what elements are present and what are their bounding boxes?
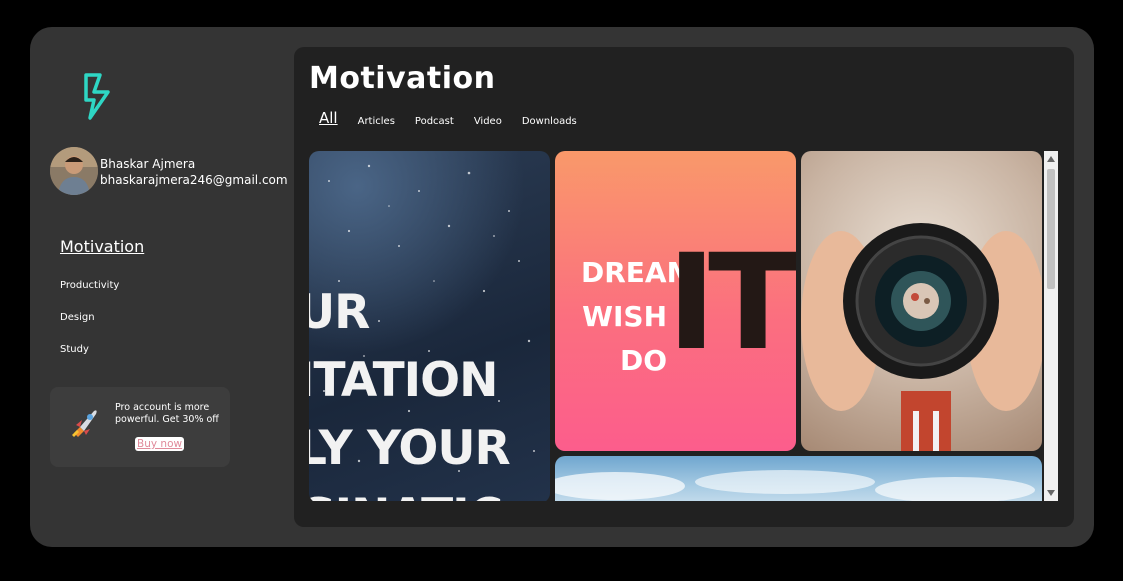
sidebar-item-productivity[interactable]: Productivity [60,280,144,291]
do-word: DO [619,344,667,377]
page-title: Motivation [309,61,496,96]
content-card-camera[interactable] [801,151,1042,451]
sidebar-item-design[interactable]: Design [60,312,144,323]
content-card-quote[interactable]: UR ITATION LY YOUR GINATIC [309,151,550,501]
tab-podcast[interactable]: Podcast [415,116,454,127]
category-tabs: All Articles Podcast Video Downloads [319,109,597,127]
scroll-up-icon[interactable] [1047,156,1055,162]
main-panel: Motivation All Articles Podcast Video Do… [294,47,1074,527]
content-grid: UR ITATION LY YOUR GINATIC DREAM WISH DO… [309,151,1044,501]
buy-now-button[interactable]: Buy now [135,437,185,451]
promo-text: Pro account is more powerful. Get 30% of… [115,402,219,425]
dream-word: DREAM [581,256,695,289]
quote-line: UR [309,285,370,340]
tab-articles[interactable]: Articles [358,116,395,127]
promo-card: Pro account is more powerful. Get 30% of… [50,387,230,467]
quote-text: UR ITATION LY YOUR GINATIC [309,279,511,501]
rocket-icon [72,410,97,437]
avatar[interactable] [50,147,98,195]
tab-all[interactable]: All [319,109,338,127]
sidebar-item-study[interactable]: Study [60,344,144,355]
content-card-dream[interactable]: DREAM WISH DO IT [555,151,796,451]
scroll-down-icon[interactable] [1047,490,1055,496]
user-email: bhaskarajmera246@gmail.com [100,173,288,187]
camera-lens-image [801,223,1042,451]
wish-word: WISH [582,300,667,333]
grid-scrollbar[interactable] [1044,151,1058,501]
sidebar-nav: Motivation Productivity Design Study [60,237,144,376]
tab-downloads[interactable]: Downloads [522,116,577,127]
brand-logo-icon [84,73,110,120]
scroll-thumb[interactable] [1047,169,1055,289]
it-word: IT [667,226,796,380]
sidebar-item-motivation[interactable]: Motivation [60,237,144,256]
sky-clouds-image [555,470,1035,501]
app-window: Bhaskar Ajmera bhaskarajmera246@gmail.co… [30,27,1094,547]
quote-line: ITATION [309,353,498,408]
quote-line: LY YOUR [309,421,511,476]
content-card-sky[interactable] [555,456,1042,501]
quote-line: GINATIC [309,483,510,501]
tab-video[interactable]: Video [474,116,502,127]
user-name: Bhaskar Ajmera [100,157,196,171]
dream-wish-do-text: DREAM WISH DO [581,251,695,383]
